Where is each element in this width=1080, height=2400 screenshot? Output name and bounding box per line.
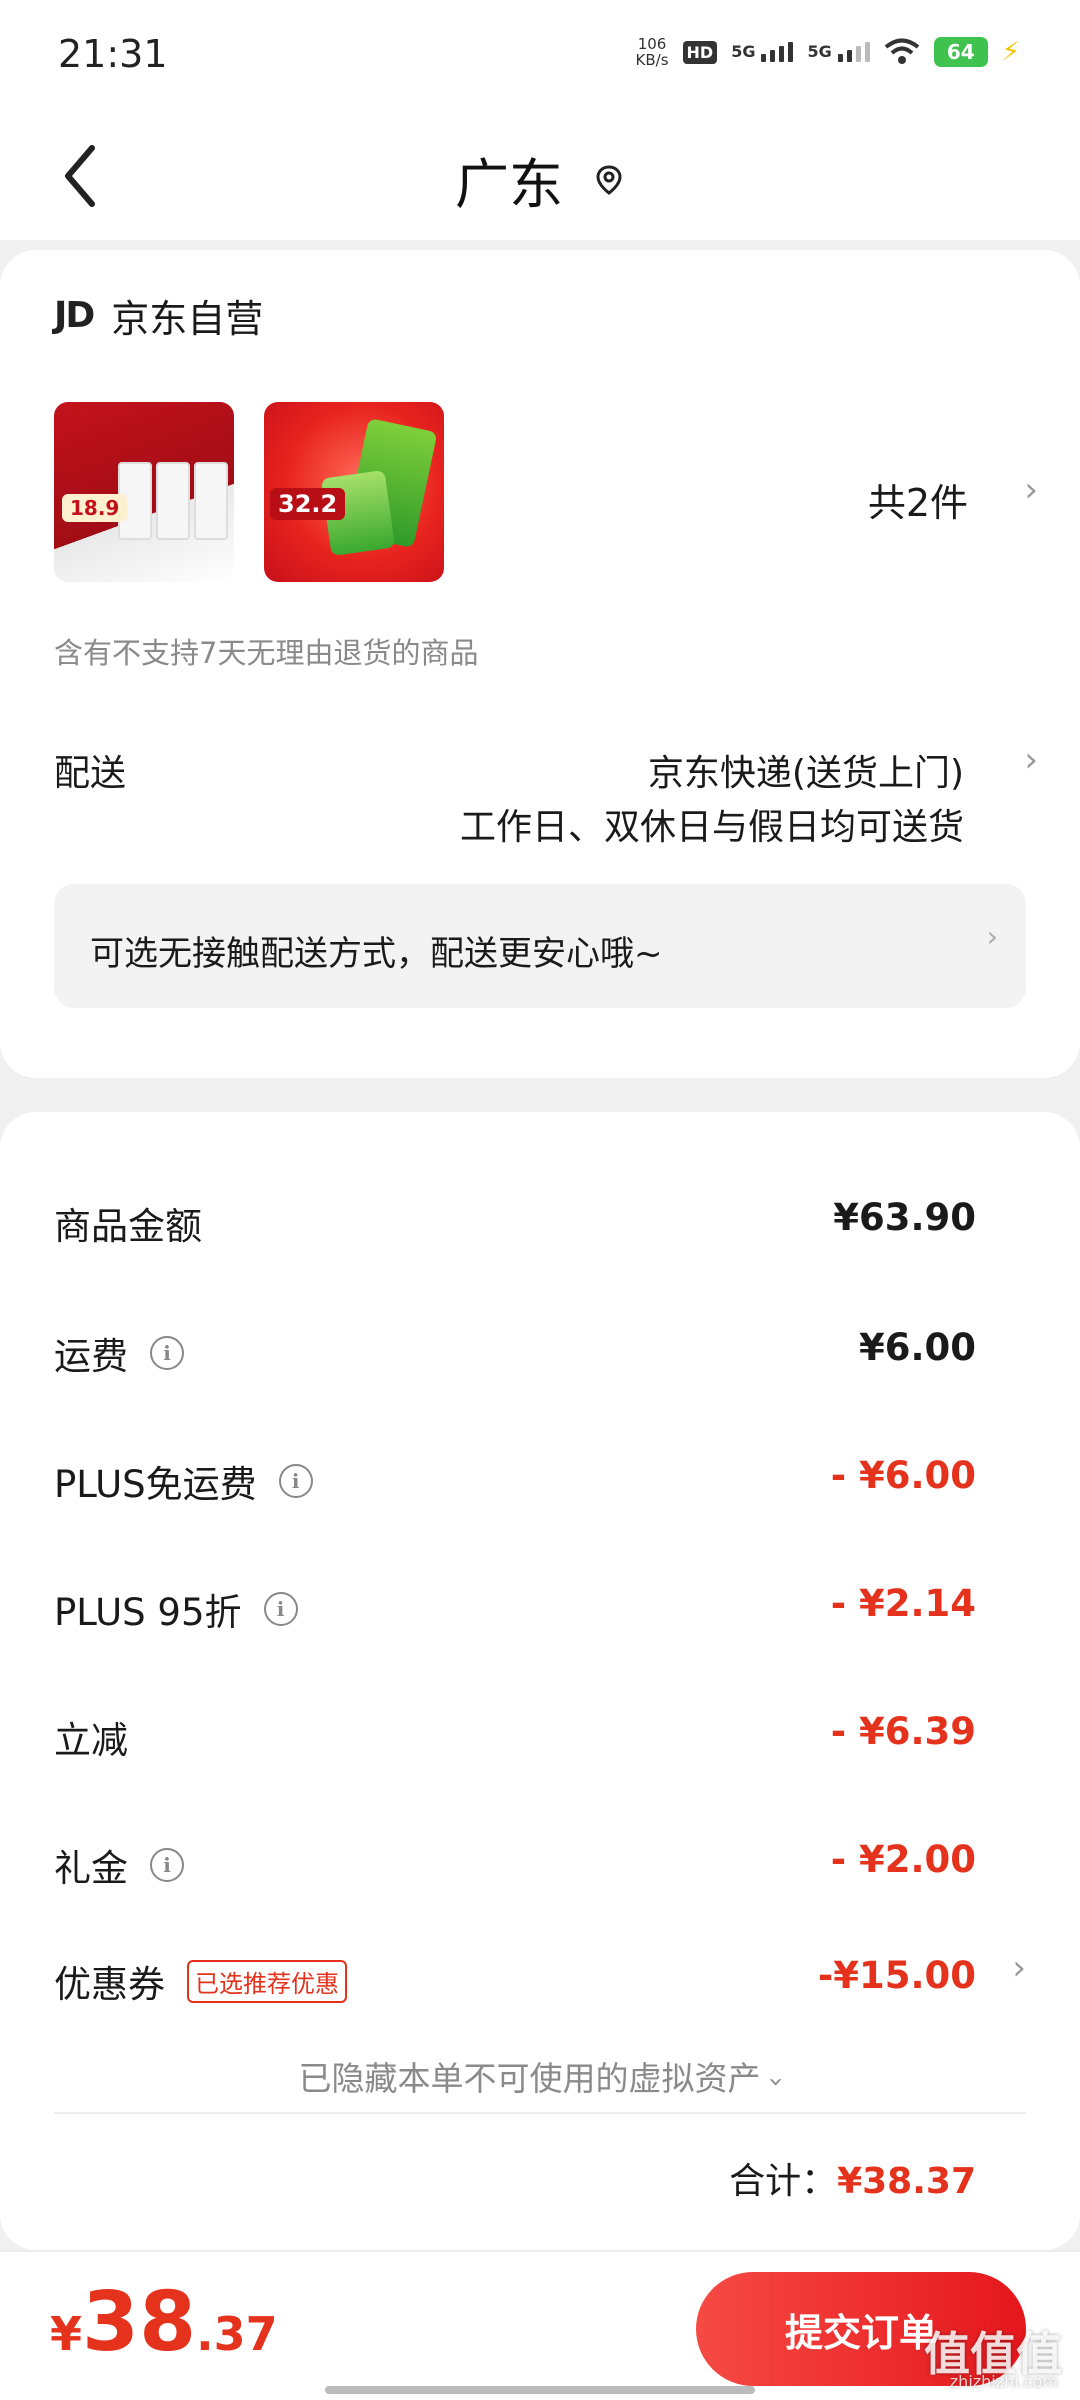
chevron-down-icon: ›: [761, 2076, 792, 2088]
coupon-recommended-tag: 已选推荐优惠: [187, 1959, 347, 2003]
page-header: 广东: [0, 110, 1080, 240]
price-row-instant-discount: 立减 - ¥6.39: [54, 1710, 976, 1770]
product-thumbnail[interactable]: 32.2: [264, 402, 444, 582]
price-row-value: ¥63.90: [833, 1196, 976, 1239]
total-amount: ¥38.37: [837, 2161, 976, 2202]
total-line: 合计：¥38.37: [729, 2152, 976, 2204]
delivery-method[interactable]: 京东快递(送货上门): [648, 744, 964, 796]
price-row-gift-money: 礼金 i - ¥2.00: [54, 1838, 976, 1898]
chevron-right-icon[interactable]: ›: [1024, 740, 1038, 780]
product-price-badge: 32.2: [270, 488, 346, 520]
price-row-value: - ¥6.00: [830, 1454, 976, 1497]
item-count[interactable]: 共2件: [868, 472, 968, 527]
page-title: 广东: [455, 153, 563, 216]
coupon-value: -¥15.00: [817, 1954, 976, 1997]
price-row-label: PLUS 95折: [54, 1591, 242, 1634]
wifi-icon: [884, 38, 919, 64]
network-speed: 106 KB/s: [635, 35, 669, 69]
price-row-value: - ¥2.14: [830, 1582, 976, 1625]
status-icons: 106 KB/s HD 5G 5G 64 ⚡: [636, 36, 1020, 68]
price-row-value: - ¥6.39: [830, 1710, 976, 1753]
order-card: JD 京东自营 18.9 32.2 共2件 › 含有不支持7天无理由退货的商品 …: [0, 250, 1080, 1078]
info-icon[interactable]: i: [150, 1848, 184, 1882]
price-row-plus-free-shipping: PLUS免运费 i - ¥6.00: [54, 1454, 976, 1514]
info-icon[interactable]: i: [150, 1336, 184, 1370]
price-summary-card: 商品金额 ¥63.90 运费 i ¥6.00 PLUS免运费 i - ¥6.00 P…: [0, 1112, 1080, 2250]
price-row-value: - ¥2.00: [830, 1838, 976, 1881]
price-row-plus-discount: PLUS 95折 i - ¥2.14: [54, 1582, 976, 1642]
contactless-notice-text: 可选无接触配送方式，配送更安心哦~: [90, 934, 663, 974]
jd-logo: JD: [54, 295, 95, 336]
signal-sim1-icon: 5G: [731, 42, 794, 62]
chevron-right-icon[interactable]: ›: [1012, 1948, 1026, 1988]
status-time: 21:31: [58, 32, 168, 76]
price-row-shipping: 运费 i ¥6.00: [54, 1326, 976, 1386]
seller-name: 京东自营: [111, 297, 264, 341]
divider: [54, 2112, 1026, 2114]
contactless-delivery-option[interactable]: 可选无接触配送方式，配送更安心哦~ ›: [54, 884, 1026, 1008]
product-thumbnail[interactable]: 18.9: [54, 402, 234, 582]
chevron-right-icon[interactable]: ›: [1024, 470, 1038, 510]
info-icon[interactable]: i: [263, 1592, 298, 1626]
hd-voice-icon: HD: [682, 40, 718, 64]
battery-icon: 64: [933, 37, 988, 67]
total-label: 合计：: [729, 2161, 838, 2202]
delivery-label: 配送: [54, 753, 127, 794]
checkout-bar: ¥ 38 .37 提交订单: [0, 2250, 1080, 2400]
hidden-assets-toggle[interactable]: 已隐藏本单不可使用的虚拟资产 ›: [0, 2052, 1080, 2100]
price-row-goods: 商品金额 ¥63.90: [54, 1196, 976, 1256]
price-row-coupon[interactable]: 优惠券 已选推荐优惠 -¥15.00 ›: [54, 1948, 1026, 2014]
price-row-value: ¥6.00: [858, 1326, 976, 1369]
price-row-label: 商品金额: [54, 1205, 202, 1248]
seller-header: JD 京东自营: [54, 288, 263, 343]
no-return-notice: 含有不支持7天无理由退货的商品: [54, 636, 479, 670]
home-indicator[interactable]: [325, 2386, 755, 2394]
product-price-badge: 18.9: [62, 494, 128, 522]
price-row-label: 礼金: [54, 1847, 128, 1890]
delivery-days: 工作日、双休日与假日均可送货: [459, 807, 964, 848]
location-pin-icon: [596, 164, 622, 195]
charging-icon: ⚡: [1001, 37, 1020, 67]
watermark-url: zhizhizhi.com: [949, 2372, 1058, 2391]
coupon-label: 优惠券: [54, 1963, 165, 2006]
status-bar: 21:31 106 KB/s HD 5G 5G 64 ⚡: [0, 0, 1080, 110]
title-area[interactable]: 广东: [0, 140, 1080, 219]
signal-sim2-icon: 5G: [807, 42, 870, 62]
price-row-label: 运费: [54, 1335, 128, 1378]
payable-price: ¥ 38 .37: [50, 2275, 278, 2370]
info-icon[interactable]: i: [278, 1464, 313, 1498]
price-row-label: PLUS免运费: [54, 1463, 257, 1506]
product-thumbnails[interactable]: 18.9 32.2: [54, 402, 444, 582]
chevron-right-icon: ›: [986, 920, 998, 953]
price-row-label: 立减: [54, 1719, 128, 1762]
